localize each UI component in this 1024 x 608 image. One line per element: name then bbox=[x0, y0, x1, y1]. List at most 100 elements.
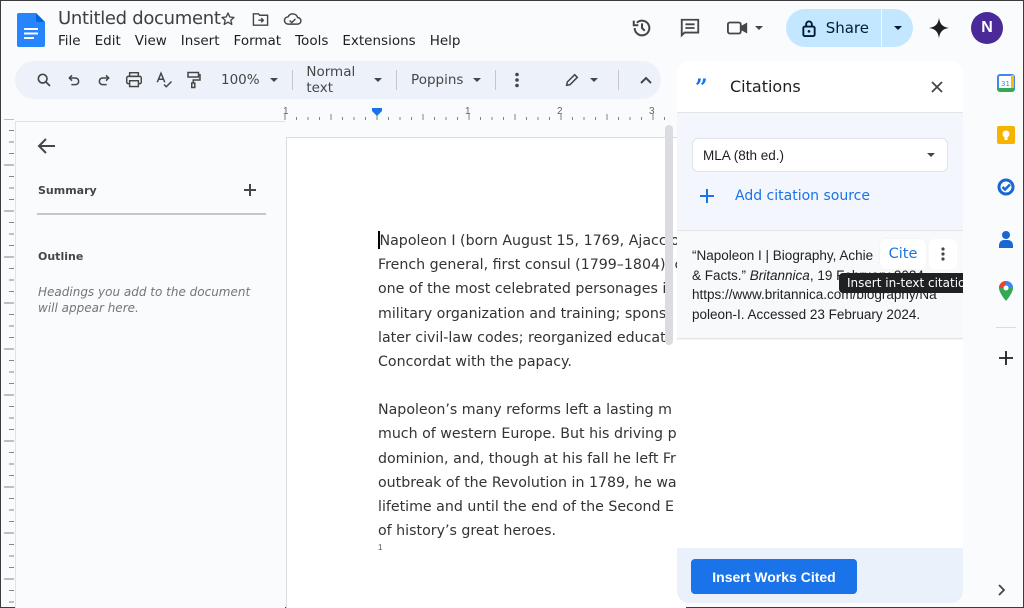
search-icon bbox=[37, 73, 51, 87]
citations-header: ” Citations bbox=[677, 61, 963, 113]
menu-help[interactable]: Help bbox=[423, 33, 468, 49]
video-camera-icon bbox=[726, 21, 747, 35]
share-button[interactable]: Share bbox=[786, 9, 881, 47]
add-summary-button[interactable] bbox=[243, 181, 259, 197]
paint-format-button[interactable] bbox=[179, 66, 209, 94]
share-label: Share bbox=[825, 19, 869, 37]
keep-icon[interactable] bbox=[996, 125, 1016, 145]
horizontal-ruler[interactable]: 1 1 2 3 bbox=[271, 103, 671, 121]
citation-style-select[interactable]: MLA (8th ed.) bbox=[692, 138, 948, 172]
chevron-up-icon bbox=[640, 76, 652, 84]
menu-format[interactable]: Format bbox=[227, 33, 289, 49]
document-body[interactable]: Napoleon I (born August 15, 1769, Ajacci… bbox=[378, 229, 686, 567]
citation-line: poleon-I. Accessed 23 February 2024. bbox=[692, 306, 921, 322]
toolbar-divider bbox=[618, 70, 620, 90]
chevron-right-icon bbox=[998, 584, 1006, 596]
close-outline-button[interactable] bbox=[37, 137, 59, 157]
caret-down-icon bbox=[590, 78, 599, 82]
editing-mode-select[interactable] bbox=[556, 72, 606, 88]
menu-tools[interactable]: Tools bbox=[288, 33, 335, 49]
more-vertical-icon bbox=[515, 72, 520, 88]
expand-side-panel-button[interactable] bbox=[997, 583, 1006, 599]
text-line: Napoleon’s many reforms left a lasting m bbox=[378, 402, 672, 419]
lock-icon bbox=[802, 20, 816, 37]
text-line: one of the most celebrated personages i bbox=[378, 281, 667, 298]
undo-button[interactable] bbox=[59, 66, 89, 94]
menu-file[interactable]: File bbox=[51, 33, 88, 49]
add-source-label: Add citation source bbox=[735, 188, 870, 204]
zoom-select[interactable]: 100% bbox=[213, 72, 286, 88]
caret-down-icon bbox=[374, 78, 383, 82]
outline-heading: Outline bbox=[38, 250, 84, 263]
maps-icon[interactable] bbox=[996, 281, 1016, 301]
citations-list-area bbox=[677, 340, 963, 548]
document-scrollbar[interactable] bbox=[665, 125, 673, 345]
menu-edit[interactable]: Edit bbox=[88, 33, 128, 49]
menu-extensions[interactable]: Extensions bbox=[335, 33, 422, 49]
more-options-button[interactable] bbox=[502, 66, 532, 94]
svg-text:31: 31 bbox=[1001, 80, 1010, 88]
version-history-button[interactable] bbox=[622, 10, 662, 46]
comments-button[interactable] bbox=[670, 10, 710, 46]
summary-divider bbox=[37, 213, 266, 215]
search-menus-button[interactable] bbox=[29, 66, 59, 94]
tasks-icon[interactable] bbox=[996, 177, 1016, 197]
citation-entry[interactable]: “Napoleon I | Biography, Achie & Facts.”… bbox=[677, 231, 963, 339]
citation-more-button[interactable] bbox=[929, 239, 957, 269]
font-value: Poppins bbox=[411, 72, 464, 88]
summary-heading: Summary bbox=[38, 184, 97, 197]
share-dropdown-button[interactable] bbox=[881, 9, 913, 47]
calendar-icon[interactable]: 31 bbox=[996, 73, 1016, 93]
toolbar-divider bbox=[495, 70, 497, 90]
document-title[interactable]: Untitled document bbox=[58, 8, 221, 29]
pencil-icon bbox=[565, 73, 579, 87]
hide-menus-button[interactable] bbox=[631, 66, 661, 94]
insert-works-cited-button[interactable]: Insert Works Cited bbox=[691, 559, 857, 594]
outline-empty-hint: Headings you add to the document will ap… bbox=[38, 285, 251, 315]
add-citation-source-button[interactable]: Add citation source bbox=[699, 186, 870, 206]
meet-button[interactable] bbox=[718, 10, 772, 46]
print-button[interactable] bbox=[119, 66, 149, 94]
text-line: French general, first consul (1799–1804)… bbox=[378, 257, 683, 274]
indent-marker-icon[interactable] bbox=[372, 108, 382, 116]
citation-style-value: MLA (8th ed.) bbox=[703, 147, 785, 163]
text-line: of history’s great heroes. bbox=[378, 523, 556, 540]
side-panel-rail: 31 bbox=[989, 61, 1023, 608]
paragraph-style-select[interactable]: Normal text bbox=[298, 64, 390, 96]
document-page[interactable]: Napoleon I (born August 15, 1769, Ajacci… bbox=[286, 137, 686, 608]
text-line: Napoleon I (born August 15, 1769, Ajacci… bbox=[379, 233, 684, 249]
zoom-value: 100% bbox=[221, 72, 260, 88]
redo-button[interactable] bbox=[89, 66, 119, 94]
spellcheck-icon bbox=[156, 71, 173, 88]
contacts-icon[interactable] bbox=[996, 229, 1016, 249]
text-line: later civil-law codes; reorganized educa… bbox=[378, 329, 666, 346]
ruler-label: 3 bbox=[649, 106, 655, 117]
move-to-folder-icon[interactable] bbox=[250, 9, 270, 29]
get-add-ons-button[interactable] bbox=[996, 348, 1016, 368]
undo-icon bbox=[68, 74, 80, 86]
text-line: Concordat with the papacy. bbox=[378, 354, 572, 371]
font-select[interactable]: Poppins bbox=[403, 72, 489, 88]
citations-footer: Insert Works Cited bbox=[677, 548, 963, 603]
gemini-button[interactable] bbox=[919, 10, 959, 46]
footnote-marker: 1 bbox=[378, 543, 383, 552]
caret-down-icon bbox=[893, 26, 902, 30]
plus-icon bbox=[699, 186, 715, 206]
share-button-group: Share bbox=[785, 9, 913, 47]
citations-title: Citations bbox=[730, 77, 801, 96]
comment-icon bbox=[680, 18, 699, 38]
cite-button[interactable]: Cite bbox=[880, 239, 926, 269]
arrow-left-icon bbox=[37, 138, 55, 154]
close-citations-button[interactable] bbox=[927, 77, 947, 97]
toolbar-divider bbox=[396, 70, 398, 90]
menu-insert[interactable]: Insert bbox=[174, 33, 227, 49]
vertical-ruler[interactable] bbox=[1, 119, 15, 608]
cloud-saved-icon[interactable] bbox=[282, 9, 302, 29]
star-icon[interactable] bbox=[218, 9, 238, 29]
menu-bar: File Edit View Insert Format Tools Exten… bbox=[51, 33, 467, 49]
docs-logo[interactable] bbox=[17, 13, 45, 47]
menu-view[interactable]: View bbox=[128, 33, 174, 49]
caret-down-icon bbox=[927, 153, 935, 157]
spellcheck-button[interactable] bbox=[149, 66, 179, 94]
account-avatar[interactable]: N bbox=[971, 12, 1003, 44]
